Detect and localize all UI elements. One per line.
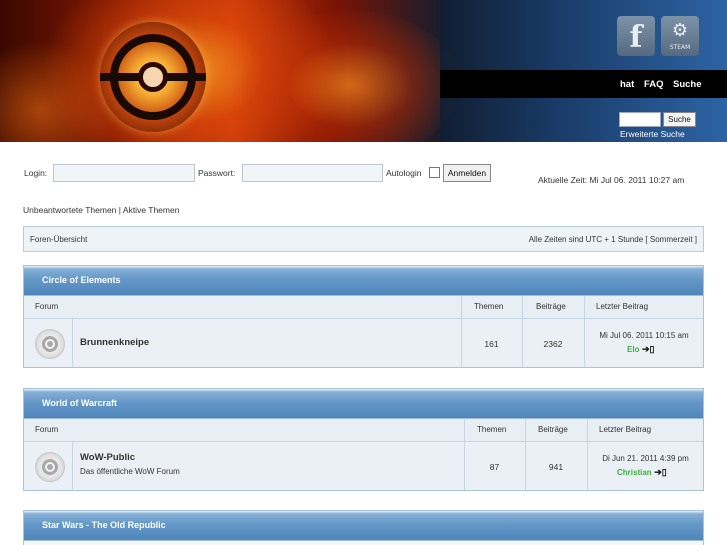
forum-title-link[interactable]: Brunnenkneipe (80, 337, 149, 348)
search-input[interactable] (619, 112, 661, 127)
steam-icon[interactable]: ⚙ STEAM (661, 16, 699, 56)
divider (587, 419, 588, 441)
category-title[interactable]: Star Wars - The Old Republic (42, 520, 166, 530)
column-header-row: Forum Themen Beiträge Letzter Beitrag (24, 419, 703, 442)
quick-links: Unbeantwortete Themen | Aktive Themen (23, 205, 179, 215)
active-topics-link[interactable]: Aktive Themen (123, 205, 180, 215)
column-header-row: Forum Themen Beiträge Letzter Beitrag (24, 296, 703, 319)
last-post-user-link[interactable]: Christian (617, 468, 652, 477)
password-field[interactable] (242, 164, 383, 182)
go-to-last-post-icon[interactable]: ➔▯ (654, 467, 667, 477)
col-last-post: Letzter Beitrag (596, 302, 649, 311)
search-button[interactable]: Suche (663, 112, 696, 127)
forum-title-link[interactable]: WoW-Public (80, 452, 135, 463)
steam-label: STEAM (669, 44, 691, 51)
post-count: 2362 (543, 339, 563, 349)
breadcrumb: Foren-Übersicht Alle Zeiten sind UTC + 1… (23, 226, 704, 252)
forum-read-icon (35, 329, 65, 359)
last-post-date: Mi Jul 06. 2011 10:15 am (599, 331, 689, 340)
col-forum: Forum (35, 425, 59, 434)
last-post-author: Elo ➔▯ (627, 344, 654, 355)
autologin-checkbox[interactable] (429, 167, 440, 178)
fire-graphic (240, 10, 460, 142)
link-separator: | (118, 205, 121, 215)
facebook-icon[interactable]: f (617, 16, 655, 56)
forum-read-icon (35, 452, 65, 482)
divider (461, 296, 462, 318)
facebook-glyph: f (629, 20, 643, 55)
advanced-search-link[interactable]: Erweiterte Suche (620, 129, 685, 139)
col-posts: Beiträge (536, 302, 566, 311)
divider (464, 419, 465, 441)
col-posts: Beiträge (538, 425, 568, 434)
col-forum: Forum (35, 302, 59, 311)
category-circle-of-elements: Circle of Elements Forum Themen Beiträge… (23, 265, 704, 368)
nav-search-link[interactable]: Suche (673, 79, 702, 90)
divider (587, 442, 588, 490)
category-world-of-warcraft: World of Warcraft Forum Themen Beiträge … (23, 388, 704, 491)
nav-chat-link[interactable]: hat (620, 79, 634, 90)
username-field[interactable] (53, 164, 195, 182)
col-last-post: Letzter Beitrag (599, 425, 652, 434)
divider (72, 319, 73, 367)
unanswered-topics-link[interactable]: Unbeantwortete Themen (23, 205, 116, 215)
last-post-author: Christian ➔▯ (617, 467, 667, 478)
topic-count: 161 (484, 339, 499, 349)
current-time: Aktuelle Zeit: Mi Jul 06. 2011 10:27 am (538, 175, 685, 185)
col-topics: Themen (474, 302, 504, 311)
nav-faq-link[interactable]: FAQ (644, 79, 664, 90)
topic-count: 87 (489, 462, 500, 472)
login-button[interactable]: Anmelden (443, 164, 491, 182)
forum-description: Das öffentliche WoW Forum (80, 467, 180, 476)
category-star-wars: Star Wars - The Old Republic (23, 510, 704, 545)
post-count: 941 (548, 462, 564, 472)
steam-gear-icon: ⚙ (671, 20, 689, 41)
category-header: Circle of Elements (24, 266, 703, 296)
category-title[interactable]: Circle of Elements (42, 275, 121, 285)
divider (72, 442, 73, 490)
divider (525, 419, 526, 441)
password-label: Passwort: (198, 168, 236, 178)
category-title[interactable]: World of Warcraft (42, 398, 117, 408)
category-header: Star Wars - The Old Republic (24, 511, 703, 541)
forum-index-link[interactable]: Foren-Übersicht (30, 235, 87, 244)
divider (522, 296, 523, 318)
last-post-user-link[interactable]: Elo (627, 345, 639, 354)
divider (584, 296, 585, 318)
forum-row: Brunnenkneipe 161 2362 Mi Jul 06. 2011 1… (24, 319, 703, 367)
forum-row: WoW-Public Das öffentliche WoW Forum 87 … (24, 442, 703, 490)
logo-core (138, 62, 168, 92)
col-topics: Themen (477, 425, 507, 434)
divider (584, 319, 585, 367)
timezone-info: Alle Zeiten sind UTC + 1 Stunde [ Sommer… (528, 235, 697, 244)
category-header: World of Warcraft (24, 389, 703, 419)
autologin-label: Autologin (386, 168, 422, 178)
go-to-last-post-icon[interactable]: ➔▯ (642, 344, 655, 354)
site-logo[interactable] (100, 22, 206, 132)
login-label: Login: (24, 168, 48, 178)
last-post-date: Di Jun 21. 2011 4:39 pm (602, 454, 689, 463)
